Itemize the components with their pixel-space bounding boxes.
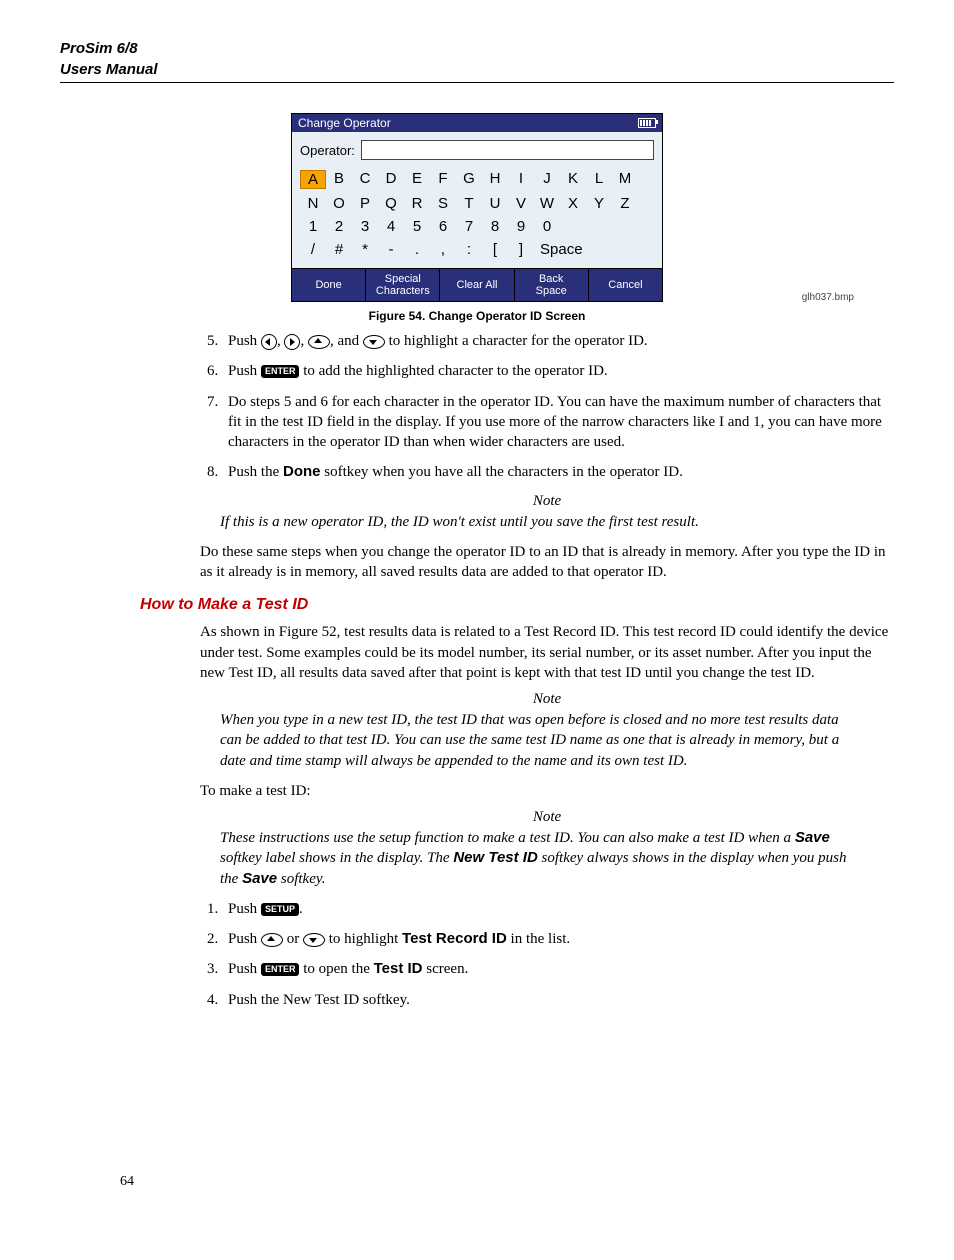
char-cell[interactable]: F <box>430 170 456 189</box>
step-item: Push , , , and to highlight a character … <box>222 331 894 351</box>
char-cell[interactable]: X <box>560 195 586 212</box>
char-cell[interactable]: U <box>482 195 508 212</box>
char-cell[interactable]: Y <box>586 195 612 212</box>
note3-label: Note <box>200 809 894 826</box>
char-cell[interactable]: 4 <box>378 218 404 235</box>
step-item: Do steps 5 and 6 for each character in t… <box>222 392 894 453</box>
page-number: 64 <box>120 1174 134 1190</box>
char-cell[interactable]: 3 <box>352 218 378 235</box>
char-cell[interactable]: B <box>326 170 352 189</box>
note1-label: Note <box>200 493 894 510</box>
step-item: Push ENTER to open the Test ID screen. <box>222 959 894 979</box>
screen-body: Operator: ABCDEFGHIJKLM NOPQRSTUVWXYZ 1234… <box>292 132 662 268</box>
char-cell[interactable]: ] <box>508 241 534 258</box>
char-cell[interactable]: 1 <box>300 218 326 235</box>
step-item: Push or to highlight Test Record ID in t… <box>222 929 894 949</box>
char-cell[interactable]: G <box>456 170 482 189</box>
device-screen: Change Operator Operator: ABCDEFGHIJKLM N… <box>291 113 663 302</box>
character-grid[interactable]: ABCDEFGHIJKLM NOPQRSTUVWXYZ 1234567890 /#*-… <box>300 170 654 258</box>
char-cell[interactable]: I <box>508 170 534 189</box>
header-line1: ProSim 6/8 <box>60 40 894 57</box>
char-cell[interactable]: * <box>352 241 378 258</box>
paragraph-3: To make a test ID: <box>200 781 894 801</box>
char-cell[interactable]: 2 <box>326 218 352 235</box>
softkey[interactable]: Cancel <box>589 269 662 301</box>
paragraph-1: Do these same steps when you change the … <box>200 542 894 583</box>
paragraph-2: As shown in Figure 52, test results data… <box>200 622 894 683</box>
setup-key: SETUP <box>261 903 299 916</box>
char-cell[interactable]: K <box>560 170 586 189</box>
screen-title: Change Operator <box>298 116 391 130</box>
char-cell[interactable]: 6 <box>430 218 456 235</box>
char-cell[interactable]: . <box>404 241 430 258</box>
step-item: Push SETUP. <box>222 899 894 919</box>
char-cell[interactable]: R <box>404 195 430 212</box>
char-cell[interactable]: 5 <box>404 218 430 235</box>
char-cell[interactable]: S <box>430 195 456 212</box>
note2-body: When you type in a new test ID, the test… <box>220 710 854 771</box>
step-item: Push ENTER to add the highlighted charac… <box>222 361 894 381</box>
up-arrow-icon <box>261 933 283 947</box>
softkey[interactable]: Clear All <box>440 269 514 301</box>
header-rule <box>60 82 894 83</box>
char-cell[interactable]: H <box>482 170 508 189</box>
content-column: Push , , , and to highlight a character … <box>200 331 894 1010</box>
softkey[interactable]: SpecialCharacters <box>366 269 440 301</box>
steps-list-b: Push SETUP. Push or to highlight Test Rec… <box>200 899 894 1010</box>
char-cell[interactable]: # <box>326 241 352 258</box>
char-cell[interactable]: O <box>326 195 352 212</box>
char-cell[interactable]: Z <box>612 195 638 212</box>
note1-body: If this is a new operator ID, the ID won… <box>220 512 854 532</box>
operator-row: Operator: <box>300 140 654 160</box>
step-item: Push the New Test ID softkey. <box>222 990 894 1010</box>
left-arrow-icon <box>261 334 277 350</box>
enter-key: ENTER <box>261 963 300 976</box>
operator-label: Operator: <box>300 143 355 158</box>
char-cell[interactable]: Space <box>534 241 589 258</box>
char-cell[interactable]: 7 <box>456 218 482 235</box>
figure-caption: Figure 54. Change Operator ID Screen <box>60 309 894 323</box>
char-cell[interactable]: M <box>612 170 638 189</box>
char-cell[interactable]: [ <box>482 241 508 258</box>
char-cell[interactable]: V <box>508 195 534 212</box>
char-cell[interactable]: 8 <box>482 218 508 235</box>
figure-area: Change Operator Operator: ABCDEFGHIJKLM N… <box>60 113 894 302</box>
screen-titlebar: Change Operator <box>292 114 662 132</box>
char-cell[interactable]: L <box>586 170 612 189</box>
softkey[interactable]: BackSpace <box>515 269 589 301</box>
note3-body: These instructions use the setup functio… <box>220 828 854 889</box>
battery-icon <box>638 118 656 128</box>
down-arrow-icon <box>303 933 325 947</box>
char-cell[interactable]: 9 <box>508 218 534 235</box>
char-cell[interactable]: C <box>352 170 378 189</box>
char-cell[interactable]: J <box>534 170 560 189</box>
enter-key: ENTER <box>261 365 300 378</box>
char-cell[interactable]: D <box>378 170 404 189</box>
char-cell[interactable]: P <box>352 195 378 212</box>
step-item: Push the Done softkey when you have all … <box>222 462 894 482</box>
char-cell[interactable]: T <box>456 195 482 212</box>
char-cell[interactable]: 0 <box>534 218 560 235</box>
right-arrow-icon <box>284 334 300 350</box>
char-cell[interactable]: , <box>430 241 456 258</box>
char-cell[interactable]: Q <box>378 195 404 212</box>
char-cell[interactable]: - <box>378 241 404 258</box>
char-cell[interactable]: W <box>534 195 560 212</box>
down-arrow-icon <box>363 335 385 349</box>
up-arrow-icon <box>308 335 330 349</box>
char-cell[interactable]: : <box>456 241 482 258</box>
section-heading: How to Make a Test ID <box>140 596 894 614</box>
header-line2: Users Manual <box>60 61 894 78</box>
char-cell[interactable]: A <box>300 170 326 189</box>
operator-input[interactable] <box>361 140 654 160</box>
note2-label: Note <box>200 691 894 708</box>
char-cell[interactable]: N <box>300 195 326 212</box>
softkeys-row: DoneSpecialCharactersClear AllBackSpaceC… <box>292 268 662 301</box>
softkey[interactable]: Done <box>292 269 366 301</box>
char-cell[interactable]: E <box>404 170 430 189</box>
steps-list-a: Push , , , and to highlight a character … <box>200 331 894 483</box>
char-cell[interactable]: / <box>300 241 326 258</box>
